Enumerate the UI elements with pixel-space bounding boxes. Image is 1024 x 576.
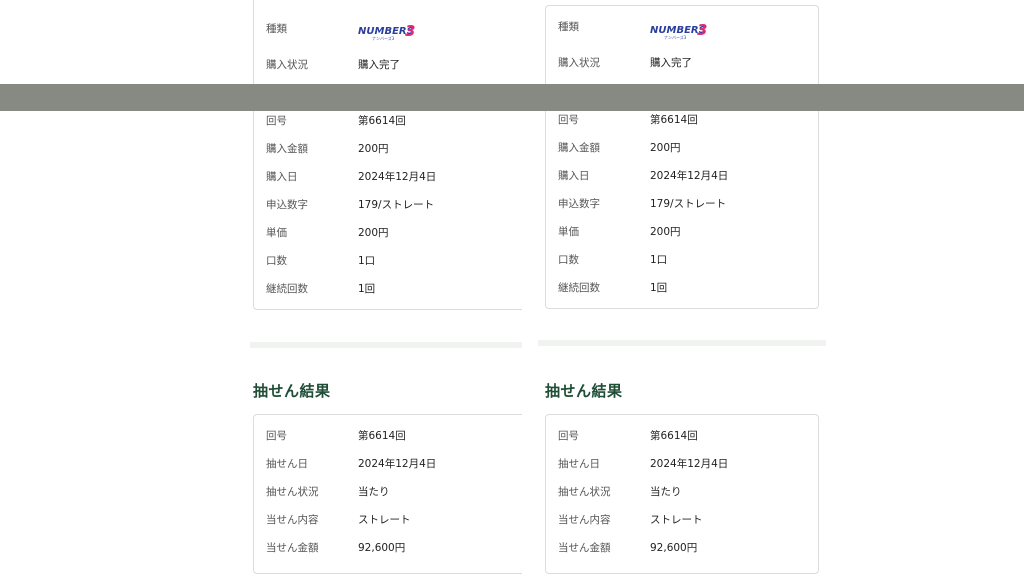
result-label: 抽せん状況 bbox=[558, 486, 611, 498]
detail-value: 200円 bbox=[358, 227, 389, 239]
draw-result-card: 回号 第6614回 抽せん日 2024年12月4日 抽せん状況 当たり 当せん内容 スト… bbox=[545, 414, 819, 574]
logo-digit: 3 bbox=[697, 21, 707, 39]
detail-label: 種類 bbox=[558, 21, 579, 33]
purchase-details-card: 種類 NUMBERS 3 ナンバーズ3 購入状況 購入完了 回号 第6614回 購入… bbox=[545, 5, 819, 309]
result-row: 当せん金額 92,600円 bbox=[266, 541, 405, 555]
detail-value: 第6614回 bbox=[358, 115, 406, 127]
result-label: 抽せん日 bbox=[266, 458, 308, 470]
logo-subtext: ナンバーズ3 bbox=[664, 34, 687, 40]
result-row: 抽せん状況 当たり bbox=[558, 485, 682, 499]
result-label: 当せん内容 bbox=[558, 514, 611, 526]
detail-row: 単価 200円 bbox=[266, 226, 389, 240]
detail-value: 2024年12月4日 bbox=[650, 170, 729, 182]
result-value: ストレート bbox=[358, 514, 411, 526]
detail-row: 申込数字 179/ストレート bbox=[558, 197, 726, 211]
page: 種類 NUMBERS 3 ナンバーズ3 購入状況 購入完了 回号 第6614回 購入… bbox=[0, 0, 1024, 576]
detail-label: 購入日 bbox=[266, 171, 298, 183]
detail-row-type: 種類 bbox=[558, 20, 650, 34]
detail-row: 口数 1口 bbox=[266, 254, 375, 268]
result-label: 当せん内容 bbox=[266, 514, 319, 526]
detail-label: 申込数字 bbox=[266, 199, 308, 211]
detail-value: 1回 bbox=[650, 282, 668, 294]
detail-label: 回号 bbox=[558, 114, 579, 126]
detail-row: 申込数字 179/ストレート bbox=[266, 198, 434, 212]
detail-value: 1口 bbox=[358, 255, 376, 267]
result-row: 回号 第6614回 bbox=[266, 429, 406, 443]
result-row: 当せん内容 ストレート bbox=[558, 513, 703, 527]
result-value: 当たり bbox=[650, 486, 682, 498]
purchase-details-card: 種類 NUMBERS 3 ナンバーズ3 購入状況 購入完了 回号 第6614回 購入… bbox=[253, 0, 522, 310]
result-row: 抽せん状況 当たり bbox=[266, 485, 390, 499]
detail-row-type: 種類 bbox=[266, 22, 358, 36]
result-value: 2024年12月4日 bbox=[650, 458, 729, 470]
result-value: 92,600円 bbox=[650, 542, 698, 554]
detail-value: 2024年12月4日 bbox=[358, 171, 437, 183]
detail-value: 200円 bbox=[650, 142, 681, 154]
result-row: 回号 第6614回 bbox=[558, 429, 698, 443]
detail-value: 179/ストレート bbox=[650, 198, 727, 210]
detail-value: 200円 bbox=[650, 226, 681, 238]
detail-label: 購入金額 bbox=[266, 143, 308, 155]
detail-label: 購入状況 bbox=[558, 57, 600, 69]
detail-label: 申込数字 bbox=[558, 198, 600, 210]
detail-value: 179/ストレート bbox=[358, 199, 435, 211]
overlay-bar bbox=[0, 84, 1024, 111]
result-row: 抽せん日 2024年12月4日 bbox=[266, 457, 436, 471]
detail-label: 単価 bbox=[558, 226, 579, 238]
result-value: 2024年12月4日 bbox=[358, 458, 437, 470]
detail-label: 単価 bbox=[266, 227, 287, 239]
section-divider bbox=[250, 342, 522, 348]
detail-row: 購入金額 200円 bbox=[266, 142, 389, 156]
numbers3-logo: NUMBERS 3 ナンバーズ3 bbox=[358, 22, 415, 41]
detail-label: 口数 bbox=[266, 255, 287, 267]
detail-label: 口数 bbox=[558, 254, 579, 266]
logo-digit: 3 bbox=[405, 22, 415, 40]
detail-row: 単価 200円 bbox=[558, 225, 681, 239]
result-value: 第6614回 bbox=[358, 430, 406, 442]
numbers3-logo: NUMBERS 3 ナンバーズ3 bbox=[650, 21, 707, 40]
detail-value: 第6614回 bbox=[650, 114, 698, 126]
detail-row: 購入日 2024年12月4日 bbox=[266, 170, 436, 184]
detail-row: 継続回数 1回 bbox=[266, 282, 375, 296]
logo-subtext: ナンバーズ3 bbox=[372, 35, 395, 41]
result-value: 92,600円 bbox=[358, 542, 406, 554]
result-row: 当せん金額 92,600円 bbox=[558, 541, 697, 555]
result-value: 当たり bbox=[358, 486, 390, 498]
result-value: 第6614回 bbox=[650, 430, 698, 442]
detail-row-status: 購入状況 購入完了 bbox=[558, 56, 692, 70]
result-label: 当せん金額 bbox=[266, 542, 319, 554]
result-label: 抽せん状況 bbox=[266, 486, 319, 498]
detail-value: 1口 bbox=[650, 254, 668, 266]
detail-row-status: 購入状況 購入完了 bbox=[266, 58, 400, 72]
detail-label: 回号 bbox=[266, 115, 287, 127]
result-row: 当せん内容 ストレート bbox=[266, 513, 411, 527]
draw-result-heading: 抽せん結果 bbox=[545, 382, 623, 400]
result-label: 回号 bbox=[558, 430, 579, 442]
detail-label: 種類 bbox=[266, 23, 287, 35]
detail-label: 継続回数 bbox=[266, 283, 308, 295]
detail-value: 購入完了 bbox=[358, 59, 400, 71]
detail-label: 購入日 bbox=[558, 170, 590, 182]
detail-row: 回号 第6614回 bbox=[266, 114, 406, 128]
draw-result-heading: 抽せん結果 bbox=[253, 382, 331, 400]
result-value: ストレート bbox=[650, 514, 703, 526]
detail-label: 購入金額 bbox=[558, 142, 600, 154]
result-label: 当せん金額 bbox=[558, 542, 611, 554]
detail-row: 継続回数 1回 bbox=[558, 281, 667, 295]
result-row: 抽せん日 2024年12月4日 bbox=[558, 457, 728, 471]
detail-value: 1回 bbox=[358, 283, 376, 295]
result-label: 回号 bbox=[266, 430, 287, 442]
detail-value: 200円 bbox=[358, 143, 389, 155]
result-label: 抽せん日 bbox=[558, 458, 600, 470]
section-divider bbox=[538, 340, 826, 346]
detail-label: 継続回数 bbox=[558, 282, 600, 294]
detail-label: 購入状況 bbox=[266, 59, 308, 71]
detail-row: 購入日 2024年12月4日 bbox=[558, 169, 728, 183]
detail-row: 購入金額 200円 bbox=[558, 141, 681, 155]
detail-row: 口数 1口 bbox=[558, 253, 667, 267]
detail-value: 購入完了 bbox=[650, 57, 692, 69]
draw-result-card: 回号 第6614回 抽せん日 2024年12月4日 抽せん状況 当たり 当せん内容 スト… bbox=[253, 414, 522, 574]
detail-row: 回号 第6614回 bbox=[558, 113, 698, 127]
